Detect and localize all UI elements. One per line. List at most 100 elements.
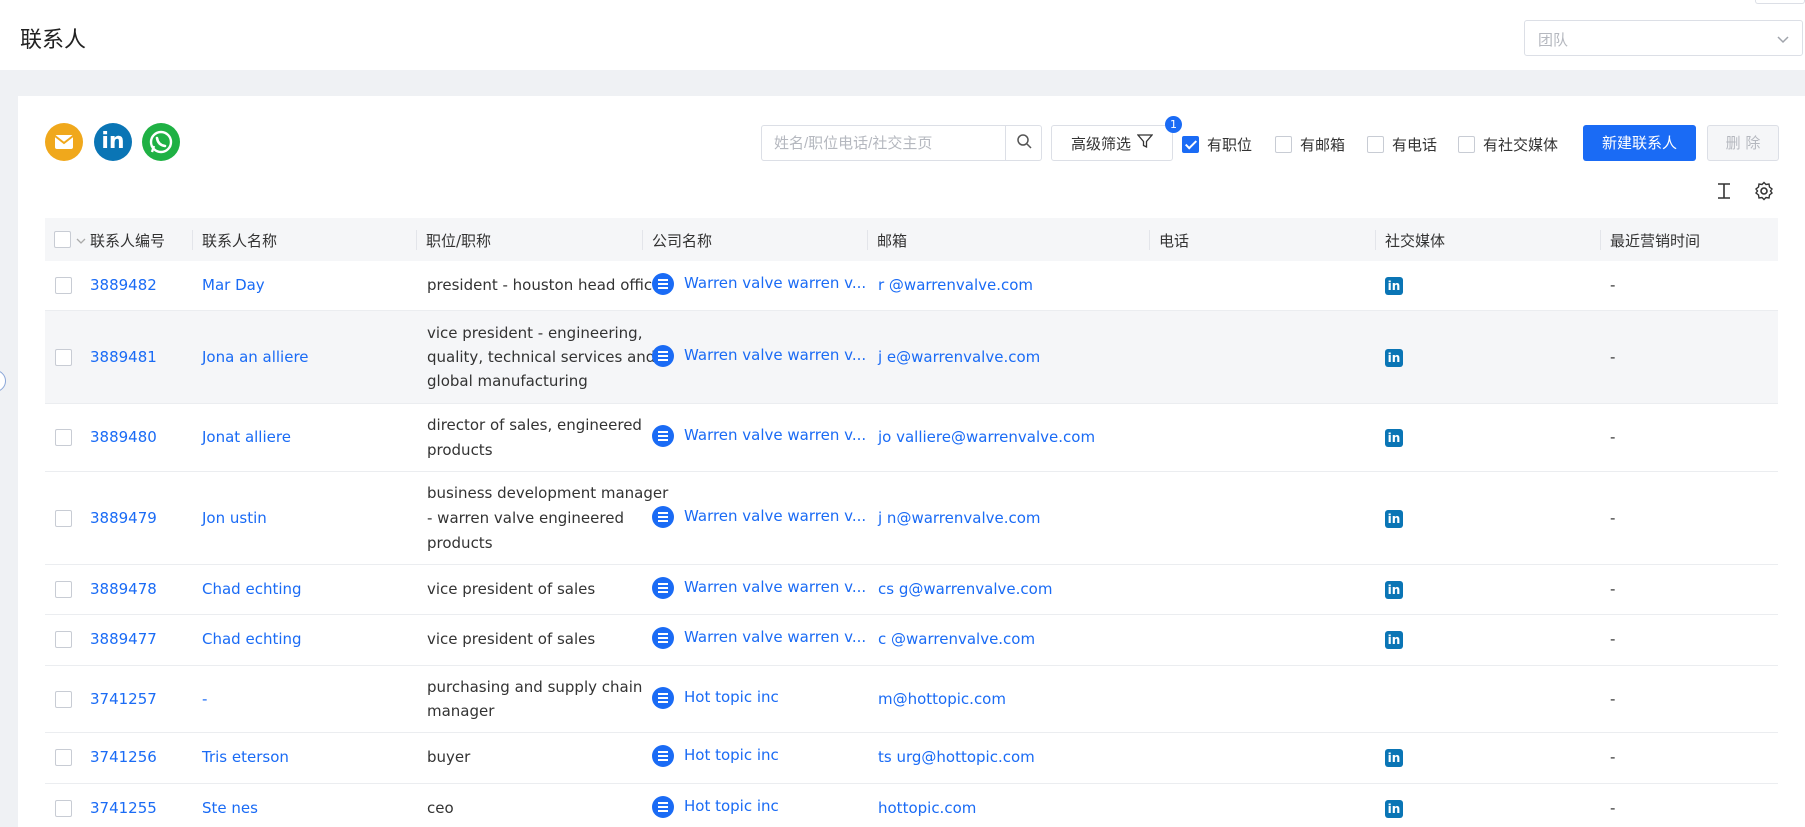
- linkedin-icon[interactable]: in: [1385, 429, 1403, 447]
- table-row[interactable]: 3889482 Mar Day president - houston head…: [45, 261, 1778, 311]
- contact-name-link[interactable]: Tris eterson: [202, 745, 289, 770]
- linkedin-icon[interactable]: in: [1385, 510, 1403, 528]
- email-link[interactable]: r @warrenvalve.com: [878, 273, 1033, 298]
- contact-id-link[interactable]: 3889477: [90, 627, 157, 652]
- company-link[interactable]: Warren valve warren v...: [684, 507, 866, 525]
- team-select-placeholder: 团队: [1538, 31, 1569, 49]
- row-checkbox[interactable]: [55, 277, 72, 294]
- linkedin-icon[interactable]: in: [1385, 800, 1403, 818]
- contact-name-link[interactable]: Mar Day: [202, 273, 265, 298]
- select-dropdown-icon[interactable]: [76, 232, 86, 250]
- contact-name-link[interactable]: Chad echting: [202, 627, 302, 652]
- contact-name-link[interactable]: -: [202, 687, 207, 712]
- chevron-down-icon: [1776, 32, 1790, 50]
- contact-id-link[interactable]: 3741255: [90, 796, 157, 821]
- contact-name-link[interactable]: Jona an alliere: [202, 345, 309, 370]
- company-link[interactable]: Hot topic inc: [684, 797, 779, 815]
- filter-has-email[interactable]: 有邮箱: [1275, 134, 1345, 155]
- company-link[interactable]: Warren valve warren v...: [684, 578, 866, 596]
- filter-has-email-checkbox[interactable]: [1275, 136, 1292, 153]
- email-link[interactable]: cs g@warrenvalve.com: [878, 577, 1052, 602]
- search-input[interactable]: [762, 126, 1006, 160]
- column-header-social[interactable]: 社交媒体: [1385, 230, 1445, 251]
- company-link[interactable]: Hot topic inc: [684, 746, 779, 764]
- contact-id-link[interactable]: 3741257: [90, 687, 157, 712]
- whatsapp-channel-icon[interactable]: [142, 123, 180, 161]
- filter-count-badge: 1: [1165, 116, 1182, 133]
- email-link[interactable]: j n@warrenvalve.com: [878, 506, 1041, 531]
- table-row[interactable]: 3741256 Tris eterson buyer Hot topic inc…: [45, 733, 1778, 784]
- row-checkbox[interactable]: [55, 510, 72, 527]
- linkedin-icon[interactable]: in: [1385, 749, 1403, 767]
- contact-id-link[interactable]: 3741256: [90, 745, 157, 770]
- row-checkbox[interactable]: [55, 749, 72, 766]
- settings-gear-icon[interactable]: [1754, 181, 1774, 201]
- column-header-title[interactable]: 职位/职称: [426, 230, 491, 251]
- contact-id-link[interactable]: 3889478: [90, 577, 157, 602]
- filter-has-phone-checkbox[interactable]: [1367, 136, 1384, 153]
- company-link[interactable]: Warren valve warren v...: [684, 628, 866, 646]
- table-row[interactable]: 3889477 Chad echting vice president of s…: [45, 615, 1778, 666]
- row-checkbox[interactable]: [55, 429, 72, 446]
- linkedin-icon[interactable]: in: [1385, 631, 1403, 649]
- contact-name-link[interactable]: Ste nes: [202, 796, 258, 821]
- email-link[interactable]: jo valliere@warrenvalve.com: [878, 425, 1095, 450]
- contact-id-link[interactable]: 3889482: [90, 273, 157, 298]
- row-checkbox[interactable]: [55, 631, 72, 648]
- filter-has-phone[interactable]: 有电话: [1367, 134, 1437, 155]
- filter-has-phone-label: 有电话: [1392, 136, 1438, 154]
- email-link[interactable]: m@hottopic.com: [878, 687, 1006, 712]
- filter-has-social-label: 有社交媒体: [1483, 136, 1559, 154]
- new-contact-button[interactable]: 新建联系人: [1583, 125, 1696, 161]
- column-header-id[interactable]: 联系人编号: [90, 230, 165, 251]
- linkedin-channel-icon[interactable]: in: [94, 123, 132, 161]
- table-row[interactable]: 3889481 Jona an alliere vice president -…: [45, 311, 1778, 404]
- column-header-company[interactable]: 公司名称: [652, 230, 712, 251]
- column-header-name[interactable]: 联系人名称: [202, 230, 277, 251]
- email-link[interactable]: j e@warrenvalve.com: [878, 345, 1040, 370]
- column-header-last-marketing[interactable]: 最近营销时间: [1610, 230, 1700, 251]
- table-row[interactable]: 3741257 - purchasing and supply chain ma…: [45, 666, 1778, 733]
- filter-has-social-checkbox[interactable]: [1458, 136, 1475, 153]
- table-row[interactable]: 3889480 Jonat alliere director of sales,…: [45, 404, 1778, 472]
- linkedin-icon[interactable]: in: [1385, 349, 1403, 367]
- contact-id-link[interactable]: 3889479: [90, 506, 157, 531]
- email-link[interactable]: hottopic.com: [878, 796, 976, 821]
- search-icon: [1016, 133, 1032, 153]
- company-link[interactable]: Warren valve warren v...: [684, 274, 866, 292]
- table-row[interactable]: 3741255 Ste nes ceo Hot topic inc hottop…: [45, 784, 1778, 827]
- team-select[interactable]: 团队: [1524, 20, 1803, 56]
- filter-has-title[interactable]: 有职位: [1182, 134, 1252, 155]
- contact-name-link[interactable]: Jon ustin: [202, 506, 267, 531]
- column-header-email[interactable]: 邮箱: [877, 230, 907, 251]
- contact-id-link[interactable]: 3889481: [90, 345, 157, 370]
- table-row[interactable]: 3889479 Jon ustin business development m…: [45, 472, 1778, 565]
- row-checkbox[interactable]: [55, 581, 72, 598]
- row-checkbox[interactable]: [55, 800, 72, 817]
- contact-id-link[interactable]: 3889480: [90, 425, 157, 450]
- search-button[interactable]: [1005, 126, 1041, 160]
- contact-name-link[interactable]: Jonat alliere: [202, 425, 291, 450]
- sidebar-toggle[interactable]: [0, 370, 6, 392]
- row-checkbox[interactable]: [55, 349, 72, 366]
- email-channel-icon[interactable]: [45, 123, 83, 161]
- advanced-filter-button[interactable]: 高级筛选: [1051, 125, 1173, 161]
- page-title: 联系人: [20, 28, 87, 53]
- last-marketing-time: -: [1610, 276, 1616, 294]
- contact-name-link[interactable]: Chad echting: [202, 577, 302, 602]
- row-checkbox[interactable]: [55, 691, 72, 708]
- table-row[interactable]: 3889478 Chad echting vice president of s…: [45, 565, 1778, 615]
- company-link[interactable]: Warren valve warren v...: [684, 426, 866, 444]
- linkedin-icon[interactable]: in: [1385, 581, 1403, 599]
- linkedin-icon[interactable]: in: [1385, 277, 1403, 295]
- company-link[interactable]: Hot topic inc: [684, 688, 779, 706]
- text-height-icon[interactable]: [1714, 181, 1734, 201]
- filter-has-social[interactable]: 有社交媒体: [1458, 134, 1558, 155]
- select-all-checkbox[interactable]: [54, 231, 71, 248]
- email-link[interactable]: c @warrenvalve.com: [878, 627, 1035, 652]
- delete-button[interactable]: 删 除: [1707, 125, 1779, 161]
- column-header-phone[interactable]: 电话: [1159, 230, 1189, 251]
- company-link[interactable]: Warren valve warren v...: [684, 346, 866, 364]
- email-link[interactable]: ts urg@hottopic.com: [878, 745, 1035, 770]
- filter-has-title-checkbox[interactable]: [1182, 136, 1199, 153]
